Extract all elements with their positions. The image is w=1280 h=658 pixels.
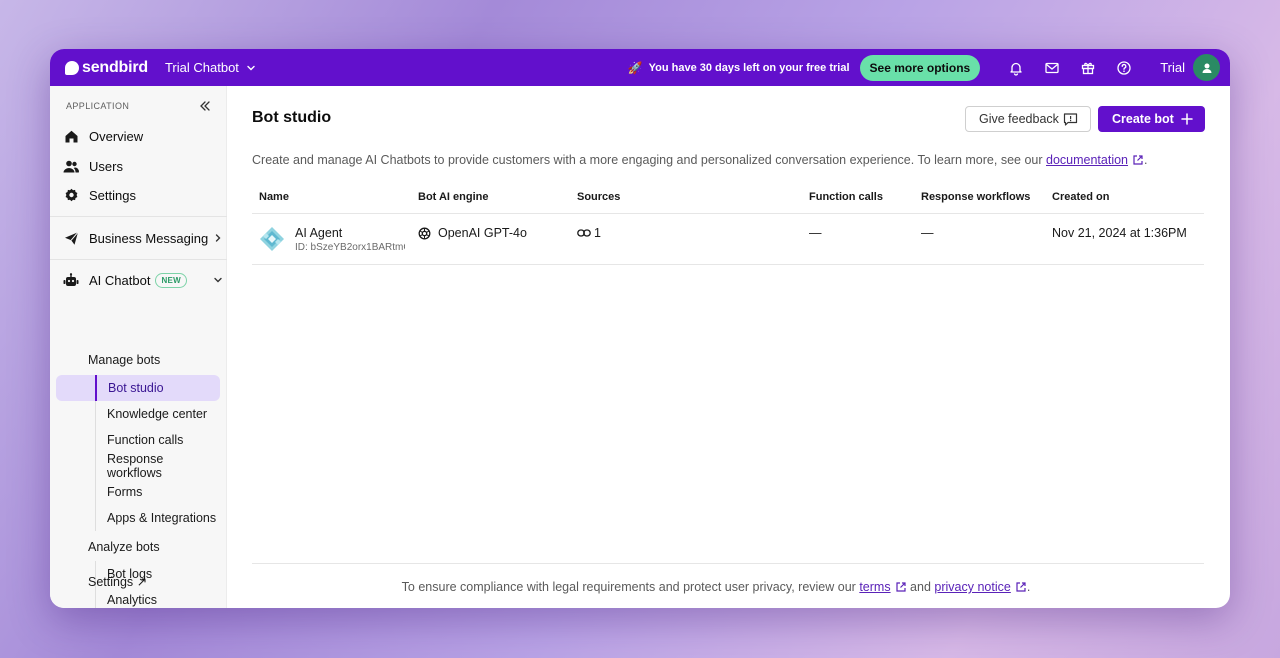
analyze-bots-label: Analyze bots [88, 540, 160, 554]
manage-bots-group[interactable]: Manage bots [88, 353, 160, 367]
manage-bots-label: Manage bots [88, 353, 161, 367]
app-selector[interactable]: Trial Chatbot [165, 60, 256, 75]
column-header-response-workflows[interactable]: Response workflows [921, 191, 1030, 203]
footer-text: To ensure compliance with legal requirem… [401, 580, 856, 594]
footer-divider [252, 563, 1204, 564]
feedback-icon [1063, 112, 1078, 126]
sidebar-section-label: APPLICATION [66, 101, 130, 111]
description-end: . [1144, 153, 1148, 167]
sidebar-subitem-bot-studio[interactable]: Bot studio [95, 375, 220, 401]
documentation-link[interactable]: documentation [1046, 153, 1128, 167]
chevron-down-icon [214, 277, 222, 283]
table-row[interactable]: AI Agent ID: bSzeYB2orx1BARtmC OpenAI GP… [252, 214, 1204, 264]
notifications-bell-icon[interactable] [998, 49, 1034, 86]
app-window: sendbird Trial Chatbot 🚀 You have 30 day… [50, 49, 1230, 608]
sidebar-item-label: Business Messaging [89, 230, 209, 246]
bot-sources-count: 1 [594, 226, 601, 240]
sidebar-subitem-apps-integrations[interactable]: Apps & Integrations [95, 505, 220, 531]
give-feedback-label: Give feedback [979, 112, 1059, 126]
mail-icon[interactable] [1034, 49, 1070, 86]
sidebar-item-label: Settings [89, 187, 136, 203]
sidebar-settings-link[interactable]: Settings ↗ [88, 573, 147, 591]
compliance-footer: To ensure compliance with legal requirem… [228, 580, 1180, 594]
sidebar-settings-link-label: Settings ↗ [88, 575, 148, 589]
sidebar-item-label: Overview [89, 128, 144, 144]
privacy-notice-link[interactable]: privacy notice [934, 580, 1010, 594]
sidebar-divider [50, 259, 227, 260]
page-description: Create and manage AI Chatbots to provide… [252, 153, 1148, 167]
main-content: Bot studio Give feedback Create bot Crea… [228, 86, 1230, 608]
sidebar-subitem-forms[interactable]: Forms [95, 479, 220, 505]
sidebar-item-label: AI Chatbot [89, 272, 151, 288]
external-link-icon [1133, 155, 1143, 165]
column-header-engine[interactable]: Bot AI engine [418, 191, 488, 203]
trial-text: You have 30 days left on your free trial [648, 61, 850, 74]
page-title: Bot studio [252, 109, 332, 126]
logo-text: sendbird [82, 58, 148, 76]
sidebar-item-settings[interactable]: Settings [63, 187, 223, 203]
sendbird-logo[interactable]: sendbird [65, 59, 148, 77]
sidebar-subitem-response-workflows[interactable]: Response workflows [95, 452, 220, 480]
bot-response-workflows: — [921, 226, 934, 240]
external-link-icon [895, 582, 906, 592]
bot-id: ID: bSzeYB2orx1BARtmC [295, 242, 405, 253]
column-header-name[interactable]: Name [259, 191, 289, 203]
gear-icon [63, 187, 79, 203]
bot-engine: OpenAI GPT-4o [438, 226, 527, 240]
openai-icon [418, 227, 431, 240]
chevron-right-icon [215, 234, 221, 242]
home-icon [63, 128, 79, 144]
robot-icon [63, 272, 79, 288]
sidebar-item-ai-chatbot[interactable]: AI Chatbot NEW [63, 272, 223, 288]
external-link-icon [1016, 582, 1026, 592]
app-name: Trial Chatbot [164, 60, 239, 75]
send-icon [63, 230, 79, 246]
user-icon [1202, 63, 1211, 73]
trial-message: 🚀 You have 30 days left on your free tri… [628, 61, 850, 75]
create-bot-label: Create bot [1112, 112, 1174, 126]
link-icon [577, 229, 591, 237]
sidebar-item-business-messaging[interactable]: Business Messaging [63, 230, 223, 246]
column-header-sources[interactable]: Sources [577, 191, 620, 203]
bot-name[interactable]: AI Agent [295, 226, 342, 240]
sidebar-subitem-knowledge-center[interactable]: Knowledge center [95, 401, 220, 427]
row-divider [252, 264, 1204, 265]
create-bot-button[interactable]: Create bot [1098, 106, 1205, 132]
collapse-sidebar-icon[interactable] [198, 99, 212, 118]
logo-icon [65, 60, 79, 75]
sidebar: APPLICATION Overview Users Settings Busi… [50, 86, 227, 608]
analyze-bots-group[interactable]: Analyze bots [88, 540, 160, 554]
user-name[interactable]: Trial [1160, 60, 1185, 75]
see-more-options-button[interactable]: See more options [859, 54, 981, 81]
sidebar-subitem-function-calls[interactable]: Function calls [95, 427, 220, 453]
sidebar-item-overview[interactable]: Overview [63, 128, 223, 144]
bot-function-calls: — [809, 226, 822, 240]
users-icon [63, 158, 79, 174]
user-avatar[interactable] [1193, 54, 1220, 81]
gift-icon[interactable] [1070, 49, 1106, 86]
new-badge: NEW [155, 272, 188, 288]
bot-created-on: Nov 21, 2024 at 1:36PM [1052, 226, 1187, 240]
give-feedback-button[interactable]: Give feedback [965, 106, 1091, 132]
footer-and: and [910, 580, 931, 594]
sidebar-item-label: Users [89, 158, 123, 174]
terms-link[interactable]: terms [859, 580, 890, 594]
sidebar-divider [50, 216, 227, 217]
plus-icon [1181, 113, 1193, 125]
footer-end: . [1026, 580, 1031, 594]
description-text: Create and manage AI Chatbots to provide… [252, 153, 1043, 167]
bot-avatar [260, 227, 284, 251]
sidebar-item-users[interactable]: Users [63, 158, 223, 174]
top-bar: sendbird Trial Chatbot 🚀 You have 30 day… [50, 49, 1230, 86]
column-header-function-calls[interactable]: Function calls [809, 191, 883, 203]
rocket-icon: 🚀 [627, 60, 643, 75]
column-header-created-on[interactable]: Created on [1052, 191, 1109, 203]
chevron-down-icon [247, 65, 255, 70]
help-icon[interactable] [1106, 49, 1142, 86]
